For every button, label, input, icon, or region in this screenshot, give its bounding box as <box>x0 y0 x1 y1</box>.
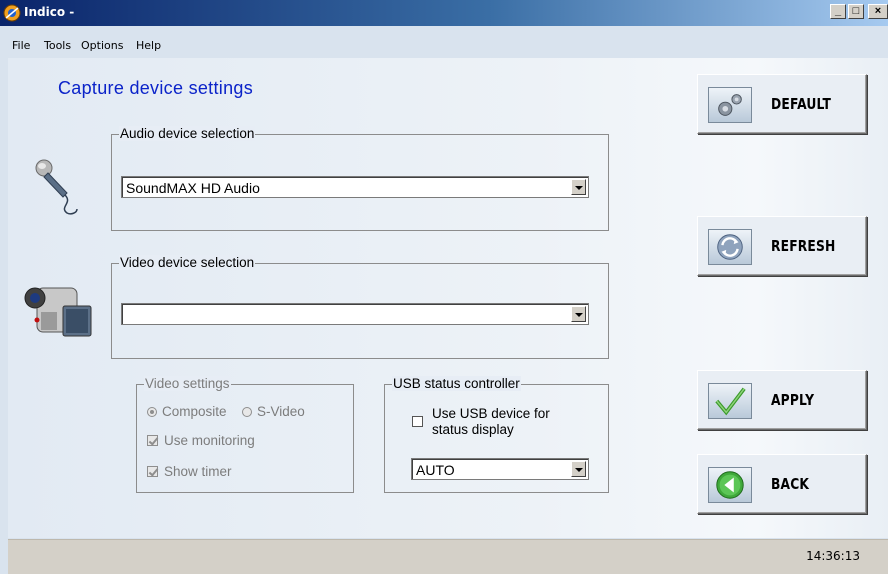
back-button[interactable]: BACK <box>697 454 867 514</box>
usb-mode-select[interactable]: AUTO <box>411 458 589 480</box>
chevron-down-icon[interactable] <box>571 461 586 477</box>
show-timer-checkbox[interactable]: Show timer <box>147 464 232 479</box>
usb-checkbox-line2: status display <box>432 422 514 437</box>
refresh-arrows-icon <box>708 229 752 265</box>
video-settings-legend: Video settings <box>144 376 231 391</box>
usb-status-checkbox[interactable]: Use USB device for status display <box>412 406 550 438</box>
menu-file[interactable]: File <box>12 39 30 52</box>
maximize-icon: □ <box>852 5 860 17</box>
microphone-icon <box>35 159 78 215</box>
checkbox-checked-icon[interactable] <box>147 466 158 477</box>
back-button-label: BACK <box>771 475 810 493</box>
window-title: Indico - <box>24 5 75 19</box>
use-monitoring-checkbox[interactable]: Use monitoring <box>147 433 255 448</box>
svideo-radio[interactable]: S-Video <box>242 404 305 419</box>
audio-device-value: SoundMAX HD Audio <box>126 180 260 196</box>
radio-selected-icon[interactable] <box>147 407 157 417</box>
composite-radio[interactable]: Composite <box>147 404 227 419</box>
apply-button-label: APPLY <box>771 391 815 409</box>
minimize-icon: _ <box>834 5 842 17</box>
status-clock: 14:36:13 <box>806 549 860 563</box>
maximize-button[interactable]: □ <box>848 4 864 19</box>
status-bar: 14:36:13 <box>8 539 888 574</box>
checkbox-checked-icon[interactable] <box>147 435 158 446</box>
menu-tools[interactable]: Tools <box>44 39 71 52</box>
checkmark-icon <box>708 383 752 419</box>
default-button[interactable]: DEFAULT <box>697 74 867 134</box>
svideo-label: S-Video <box>257 404 305 419</box>
refresh-button[interactable]: REFRESH <box>697 216 867 276</box>
usb-checkbox-line1: Use USB device for <box>432 406 550 421</box>
back-arrow-icon <box>708 467 752 503</box>
video-device-select[interactable] <box>121 303 589 325</box>
menu-bar: File Tools Options Help <box>0 26 888 58</box>
chevron-down-icon[interactable] <box>571 306 586 322</box>
page-title: Capture device settings <box>58 78 254 98</box>
checkbox-icon[interactable] <box>412 416 423 427</box>
camcorder-icon <box>24 287 92 337</box>
close-icon: × <box>874 5 882 17</box>
use-monitoring-label: Use monitoring <box>164 433 255 448</box>
minimize-button[interactable]: _ <box>830 4 846 19</box>
gears-icon <box>708 87 752 123</box>
composite-label: Composite <box>162 404 227 419</box>
close-button[interactable]: × <box>868 4 888 19</box>
usb-mode-value: AUTO <box>416 462 455 478</box>
audio-group-legend: Audio device selection <box>119 126 256 141</box>
chevron-down-icon[interactable] <box>571 179 586 195</box>
title-bar: Indico - _ □ × <box>0 0 888 26</box>
menu-help[interactable]: Help <box>136 39 161 52</box>
show-timer-label: Show timer <box>164 464 232 479</box>
indico-app-icon <box>3 4 21 22</box>
audio-device-select[interactable]: SoundMAX HD Audio <box>121 176 589 198</box>
menu-options[interactable]: Options <box>81 39 123 52</box>
video-group-legend: Video device selection <box>119 255 256 270</box>
refresh-button-label: REFRESH <box>771 237 836 255</box>
radio-icon[interactable] <box>242 407 252 417</box>
usb-group-legend: USB status controller <box>392 376 521 391</box>
default-button-label: DEFAULT <box>771 95 832 113</box>
apply-button[interactable]: APPLY <box>697 370 867 430</box>
